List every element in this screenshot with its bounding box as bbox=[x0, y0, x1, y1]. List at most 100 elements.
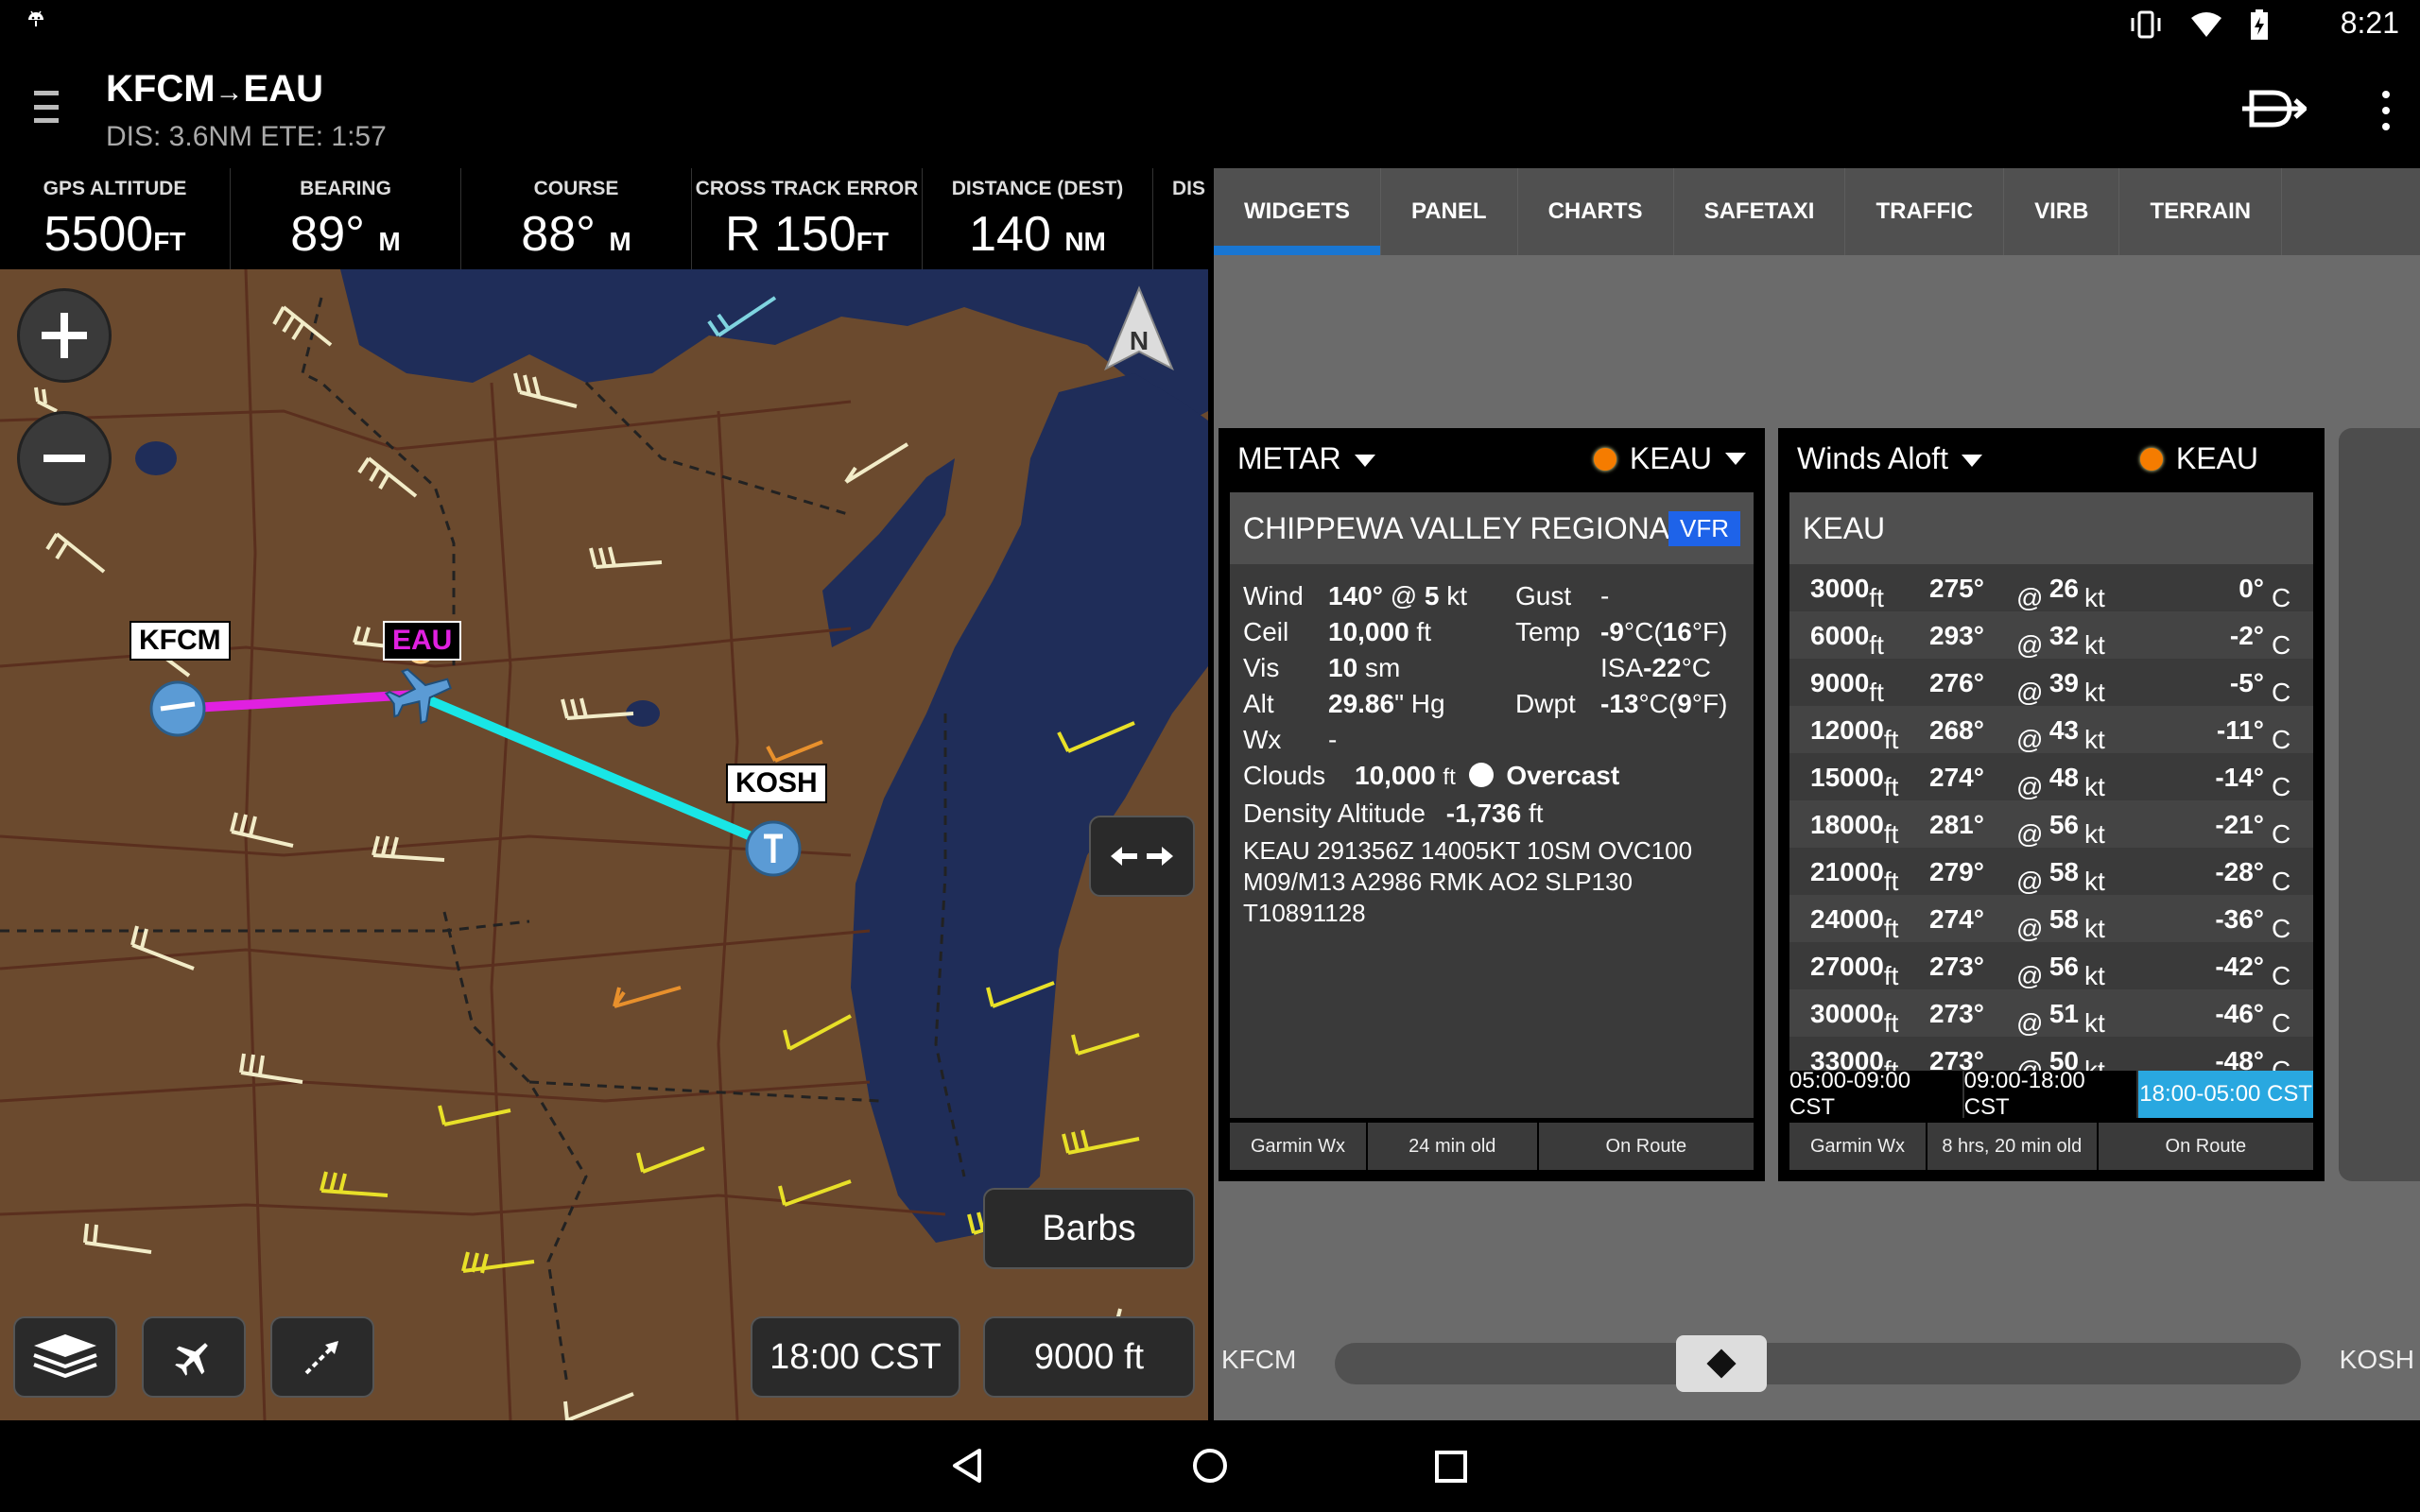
airport-kfcm-symbol[interactable] bbox=[149, 680, 206, 737]
ceil-value: 10,000 ft bbox=[1328, 617, 1431, 646]
winds-station[interactable]: KEAU bbox=[2139, 441, 2306, 476]
wind-direction: 274° bbox=[1929, 904, 1984, 934]
winds-row: 30000 ft 273° @51 kt -46° C bbox=[1789, 989, 2313, 1038]
tab-safetaxi[interactable]: SAFETAXI bbox=[1674, 168, 1846, 255]
tab-traffic[interactable]: TRAFFIC bbox=[1845, 168, 2005, 255]
tab-charts[interactable]: CHARTS bbox=[1518, 168, 1674, 255]
metar-type-dropdown[interactable]: METAR bbox=[1237, 441, 1375, 476]
wind-direction: 275° bbox=[1929, 574, 1984, 603]
dwpt-value: -13°C(9°F) bbox=[1600, 689, 1728, 718]
wind-speed: 48 bbox=[2048, 763, 2079, 792]
alt-value: 29.86" Hg bbox=[1328, 689, 1445, 718]
map-view[interactable]: KFCM EAU KOSH N Barbs 18:00 CST 9000 ft bbox=[0, 269, 1208, 1420]
connext-icon[interactable] bbox=[2240, 85, 2307, 132]
tab-bar: WIDGETS PANEL CHARTS SAFETAXI TRAFFIC VI… bbox=[1214, 168, 2420, 255]
waypoint-label-kosh[interactable]: KOSH bbox=[726, 764, 827, 803]
wind-direction: 274° bbox=[1929, 763, 1984, 792]
temp-value: -9°C(16°F) bbox=[1600, 617, 1728, 646]
wind-altitude: 27000 ft bbox=[1810, 952, 1899, 990]
data-bar: GPS ALTITUDE 5500FT BEARING 89° M COURSE… bbox=[0, 168, 1210, 269]
back-icon[interactable] bbox=[949, 1447, 987, 1485]
raw-metar-line: KEAU 291356Z 14005KT 10SM OVC100 bbox=[1243, 836, 1693, 865]
winds-row: 15000 ft 274° @48 kt -14° C bbox=[1810, 763, 2291, 801]
wind-direction: 276° bbox=[1929, 668, 1984, 697]
metar-airport-header: CHIPPEWA VALLEY REGIONAL VFR bbox=[1230, 492, 1754, 564]
ownship-airplane-icon bbox=[384, 668, 452, 725]
tab-terrain[interactable]: TERRAIN bbox=[2119, 168, 2283, 255]
zoom-out-button[interactable] bbox=[17, 411, 112, 506]
wind-speed: 56 bbox=[2048, 810, 2079, 839]
overflow-menu-icon[interactable] bbox=[2380, 91, 2392, 130]
winds-station-name: KEAU bbox=[1803, 511, 1886, 545]
county-lines bbox=[0, 269, 946, 1420]
system-nav-bar bbox=[0, 1420, 2420, 1512]
barbs-overlay-button[interactable]: Barbs bbox=[983, 1188, 1195, 1269]
field-cross-track-error[interactable]: CROSS TRACK ERROR R 150FT bbox=[692, 168, 923, 269]
track-up-button[interactable] bbox=[142, 1316, 246, 1398]
field-truncated[interactable]: DIS bbox=[1153, 168, 1210, 269]
temp-label: Temp bbox=[1515, 617, 1581, 646]
wind-speed: 26 bbox=[2048, 574, 2079, 603]
field-gps-altitude[interactable]: GPS ALTITUDE 5500FT bbox=[0, 168, 231, 269]
chevron-down-icon bbox=[1354, 455, 1375, 468]
altitude-select-button[interactable]: 9000 ft bbox=[983, 1316, 1195, 1398]
metar-station-dropdown[interactable]: KEAU bbox=[1593, 441, 1746, 476]
airport-kosh-symbol[interactable] bbox=[745, 820, 802, 877]
menu-icon[interactable] bbox=[34, 91, 72, 123]
wifi-icon bbox=[2191, 12, 2221, 37]
period-tab[interactable]: 09:00-18:00 CST bbox=[1963, 1068, 2139, 1118]
wind-direction: 273° bbox=[1929, 952, 1984, 981]
field-label: DIS bbox=[1172, 178, 1206, 199]
app-bar: KFCM→EAU DIS: 3.6NM ETE: 1:57 bbox=[0, 49, 2420, 168]
tab-virb[interactable]: VIRB bbox=[2004, 168, 2120, 255]
winds-row: 3000 ft 275° @26 kt 0° C bbox=[1810, 574, 2291, 612]
field-course[interactable]: COURSE 88° M bbox=[461, 168, 692, 269]
wind-speed: 58 bbox=[2048, 857, 2079, 886]
wind-speed: 51 bbox=[2048, 999, 2079, 1028]
wind-altitude: 9000 ft bbox=[1810, 668, 1884, 707]
wx-value: - bbox=[1328, 725, 1338, 754]
left-right-arrow-icon bbox=[1111, 847, 1173, 866]
field-bearing[interactable]: BEARING 89° M bbox=[231, 168, 461, 269]
route-title: KFCM→EAU bbox=[106, 68, 323, 111]
next-widget-peek[interactable] bbox=[2339, 428, 2420, 1181]
north-label: N bbox=[1130, 326, 1149, 355]
field-label: GPS ALTITUDE bbox=[43, 178, 187, 199]
wind-altitude: 24000 ft bbox=[1810, 904, 1899, 943]
winds-type-dropdown[interactable]: Winds Aloft bbox=[1797, 441, 1983, 476]
wind-temperature: -21° bbox=[2215, 810, 2264, 839]
zoom-in-button[interactable] bbox=[17, 288, 112, 383]
layers-button[interactable] bbox=[13, 1316, 117, 1398]
waypoint-label-kfcm[interactable]: KFCM bbox=[130, 621, 231, 661]
home-icon[interactable] bbox=[1191, 1447, 1229, 1485]
period-tab[interactable]: 05:00-09:00 CST bbox=[1789, 1068, 1964, 1118]
waypoint-label-eau[interactable]: EAU bbox=[383, 621, 462, 661]
route-arrow: → bbox=[215, 77, 244, 108]
alt-label: Alt bbox=[1243, 689, 1274, 718]
field-value: R 150FT bbox=[725, 207, 889, 262]
tab-panel[interactable]: PANEL bbox=[1381, 168, 1518, 255]
winds-row: 24000 ft 274° @58 kt -36° C bbox=[1789, 895, 2313, 943]
measure-button[interactable] bbox=[270, 1316, 374, 1398]
recents-icon[interactable] bbox=[1433, 1449, 1469, 1485]
time-select-button[interactable]: 18:00 CST bbox=[751, 1316, 960, 1398]
vis-label: Vis bbox=[1243, 653, 1280, 682]
north-arrow-icon[interactable]: N bbox=[1101, 284, 1177, 378]
route-origin: KFCM bbox=[106, 68, 216, 110]
field-distance-dest[interactable]: DISTANCE (DEST) 140 NM bbox=[923, 168, 1153, 269]
winds-row: 12000 ft 268° @43 kt -11° C bbox=[1789, 706, 2313, 754]
tab-widgets[interactable]: WIDGETS bbox=[1214, 168, 1381, 255]
wind-speed: 39 bbox=[2048, 668, 2079, 697]
slider-track[interactable] bbox=[1335, 1335, 2301, 1392]
slider-thumb[interactable] bbox=[1676, 1335, 1767, 1392]
gust-label: Gust bbox=[1515, 581, 1572, 610]
field-value: 89° M bbox=[290, 207, 401, 262]
wind-temperature: -36° bbox=[2215, 904, 2264, 934]
wind-temperature: -42° bbox=[2215, 952, 2264, 981]
airplane-icon bbox=[175, 1343, 208, 1376]
gust-value: - bbox=[1600, 581, 1610, 610]
split-toggle-button[interactable] bbox=[1089, 816, 1195, 897]
status-bar: 8:21 bbox=[0, 0, 2420, 49]
period-tab-selected[interactable]: 18:00-05:00 CST bbox=[2138, 1071, 2313, 1118]
wind-direction: 293° bbox=[1929, 621, 1984, 650]
